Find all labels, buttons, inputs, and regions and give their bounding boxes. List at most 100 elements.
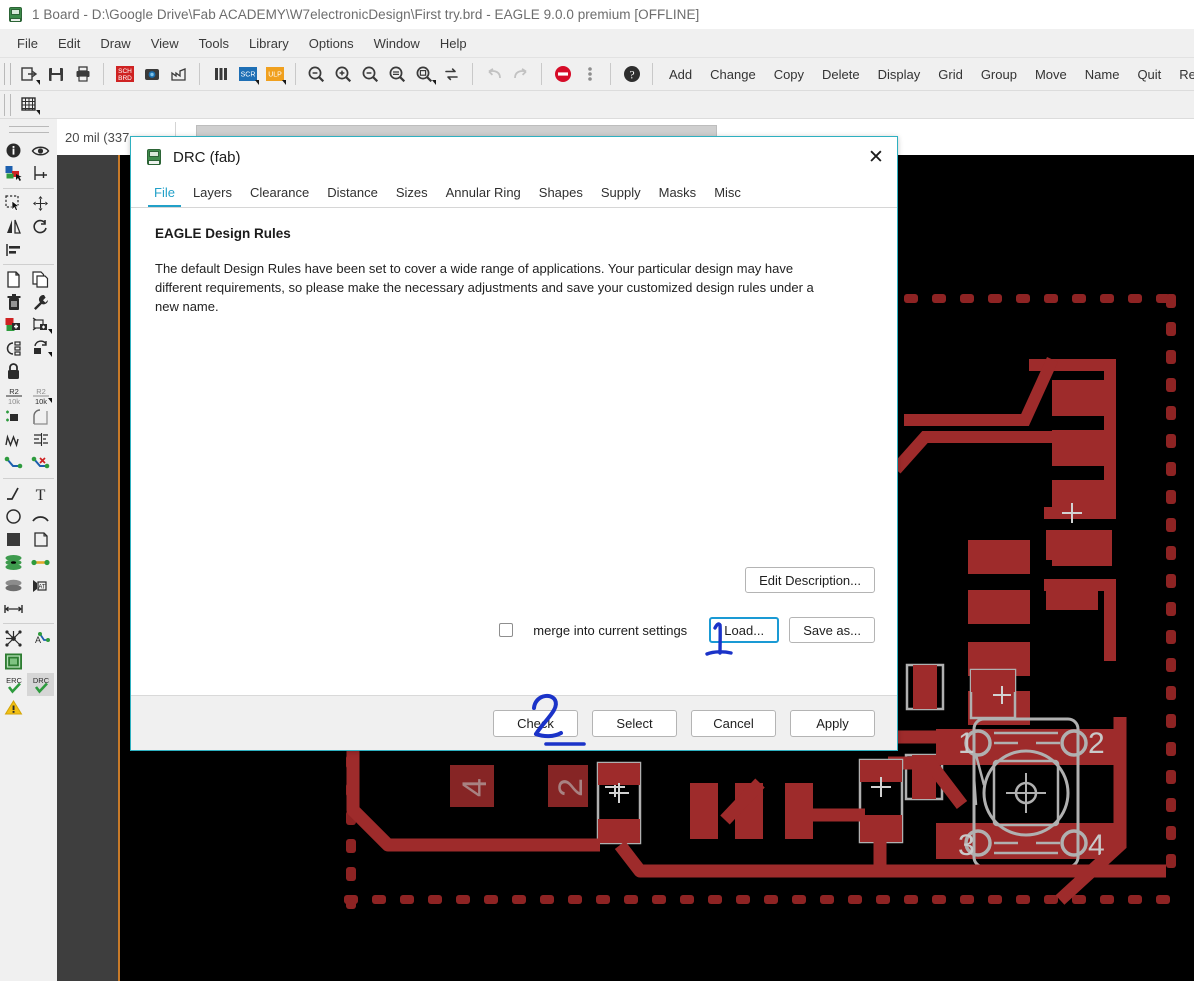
toolbar-grip[interactable] <box>4 63 11 85</box>
tab-clearance[interactable]: Clearance <box>241 182 318 207</box>
refresh-icon[interactable] <box>439 62 464 87</box>
chevron-down-icon[interactable] <box>282 79 286 85</box>
zoom-redraw-icon[interactable] <box>385 62 410 87</box>
errors-warning-icon[interactable] <box>0 696 27 719</box>
zoom-out-icon[interactable] <box>358 62 383 87</box>
lock-icon[interactable] <box>0 360 27 383</box>
command-grid[interactable]: Grid <box>929 64 972 85</box>
info-icon[interactable] <box>0 139 27 162</box>
tab-distance[interactable]: Distance <box>318 182 387 207</box>
menu-options[interactable]: Options <box>299 32 364 55</box>
menu-dots-icon[interactable] <box>577 62 602 87</box>
chevron-down-icon[interactable] <box>432 79 436 85</box>
show-eye-icon[interactable] <box>27 139 54 162</box>
ripup-icon[interactable] <box>27 452 54 475</box>
menu-view[interactable]: View <box>141 32 189 55</box>
rotate-icon[interactable] <box>27 215 54 238</box>
chevron-down-icon[interactable] <box>48 352 52 357</box>
autorouter-icon[interactable]: A <box>27 627 54 650</box>
tab-misc[interactable]: Misc <box>705 182 750 207</box>
ratsnest-icon[interactable] <box>0 627 27 650</box>
command-delete[interactable]: Delete <box>813 64 869 85</box>
miter-icon[interactable] <box>27 406 54 429</box>
print-icon[interactable] <box>70 62 95 87</box>
erc-check-icon[interactable]: ERC <box>0 673 27 696</box>
delete-trash-icon[interactable] <box>0 291 27 314</box>
edit-description-button[interactable]: Edit Description... <box>745 567 875 593</box>
via-icon[interactable] <box>0 551 27 574</box>
ulp-icon[interactable]: ULP <box>262 62 287 87</box>
tab-masks[interactable]: Masks <box>650 182 706 207</box>
replace-part-icon[interactable] <box>27 314 54 337</box>
chevron-down-icon[interactable] <box>36 79 40 85</box>
polygon-icon[interactable] <box>27 528 54 551</box>
value-icon[interactable]: R2 10k <box>27 383 54 406</box>
fab-manufacturing-icon[interactable] <box>166 62 191 87</box>
paste-icon[interactable] <box>27 268 54 291</box>
attribute-icon[interactable]: AT <box>27 574 54 597</box>
chevron-down-icon[interactable] <box>48 329 52 334</box>
command-display[interactable]: Display <box>869 64 930 85</box>
switch-sch-brd-icon[interactable]: SCH BRD <box>112 62 137 87</box>
rect-icon[interactable] <box>0 528 27 551</box>
split-icon[interactable] <box>0 429 27 452</box>
tab-supply[interactable]: Supply <box>592 182 650 207</box>
tab-sizes[interactable]: Sizes <box>387 182 437 207</box>
display-layers-icon[interactable] <box>0 162 27 185</box>
route-icon[interactable] <box>27 551 54 574</box>
dimension-icon[interactable] <box>0 597 27 620</box>
pinswap-icon[interactable] <box>0 337 27 360</box>
apply-button[interactable]: Apply <box>790 709 875 737</box>
command-add[interactable]: Add <box>660 64 701 85</box>
add-part-icon[interactable] <box>0 314 27 337</box>
menu-library[interactable]: Library <box>239 32 299 55</box>
tab-shapes[interactable]: Shapes <box>530 182 592 207</box>
name-icon[interactable]: R2 10k <box>0 383 27 406</box>
command-change[interactable]: Change <box>701 64 765 85</box>
copy-icon[interactable] <box>0 268 27 291</box>
change-wrench-icon[interactable] <box>27 291 54 314</box>
library-icon[interactable] <box>208 62 233 87</box>
line-icon[interactable] <box>0 482 27 505</box>
chevron-down-icon[interactable] <box>36 110 40 115</box>
tab-annular-ring[interactable]: Annular Ring <box>437 182 530 207</box>
menu-tools[interactable]: Tools <box>189 32 239 55</box>
command-rect[interactable]: Rect <box>1170 64 1194 85</box>
drc-check-icon[interactable]: DRC <box>27 673 54 696</box>
command-group[interactable]: Group <box>972 64 1026 85</box>
command-quit[interactable]: Quit <box>1128 64 1170 85</box>
text-icon[interactable]: T <box>27 482 54 505</box>
tab-file[interactable]: File <box>145 182 184 207</box>
script-icon[interactable]: SCR <box>235 62 260 87</box>
group-select-icon[interactable] <box>0 192 27 215</box>
palette-grip[interactable] <box>8 126 49 133</box>
menu-help[interactable]: Help <box>430 32 477 55</box>
mirror-icon[interactable] <box>0 215 27 238</box>
command-copy[interactable]: Copy <box>765 64 813 85</box>
toolbar-grip[interactable] <box>4 93 11 116</box>
chevron-down-icon[interactable] <box>255 79 259 85</box>
align-left-icon[interactable] <box>0 238 27 261</box>
grid-settings-icon[interactable] <box>16 92 41 117</box>
board-outline-icon[interactable] <box>0 650 27 673</box>
select-button[interactable]: Select <box>592 709 677 737</box>
open-project-icon[interactable] <box>16 62 41 87</box>
save-as-button[interactable]: Save as... <box>789 617 875 643</box>
mark-origin-icon[interactable] <box>27 162 54 185</box>
zoom-fit-icon[interactable] <box>304 62 329 87</box>
load-button[interactable]: Load... <box>709 617 780 643</box>
cancel-button[interactable]: Cancel <box>691 709 776 737</box>
merge-settings-checkbox[interactable] <box>499 623 514 637</box>
command-name[interactable]: Name <box>1076 64 1129 85</box>
zoom-select-icon[interactable] <box>412 62 437 87</box>
zoom-in-icon[interactable] <box>331 62 356 87</box>
menu-draw[interactable]: Draw <box>90 32 140 55</box>
circle-icon[interactable] <box>0 505 27 528</box>
menu-window[interactable]: Window <box>364 32 430 55</box>
menu-edit[interactable]: Edit <box>48 32 90 55</box>
arc-icon[interactable] <box>27 505 54 528</box>
optimize-icon[interactable] <box>27 429 54 452</box>
save-icon[interactable] <box>43 62 68 87</box>
chevron-down-icon[interactable] <box>48 398 52 403</box>
hole-icon[interactable] <box>0 574 27 597</box>
